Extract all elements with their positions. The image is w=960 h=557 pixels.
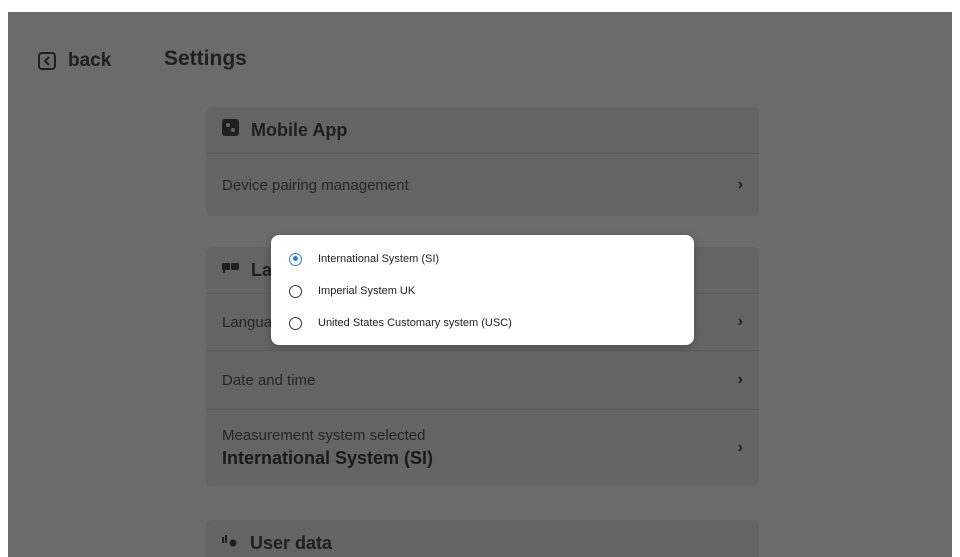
page-title: Settings xyxy=(164,47,247,70)
measurement-system-value: International System (SI) xyxy=(222,448,434,468)
device-pairing-label: Device pairing management xyxy=(222,176,409,194)
chevron-right-icon: › xyxy=(737,371,743,388)
option-label: United States Customary system (USC) xyxy=(318,317,512,329)
language-icon xyxy=(222,261,239,279)
option-label: International System (SI) xyxy=(318,253,440,265)
date-time-row[interactable]: Date and time › xyxy=(206,351,759,410)
user-data-card: User data xyxy=(206,520,759,557)
user-data-icon xyxy=(222,534,238,552)
option-usc[interactable]: United States Customary system (USC) xyxy=(271,307,694,339)
language-title: La xyxy=(251,259,273,280)
mobile-app-card: Mobile App Device pairing management › xyxy=(206,107,759,216)
back-button[interactable]: back xyxy=(38,49,111,73)
user-data-header[interactable]: User data xyxy=(206,520,759,557)
chevron-right-icon: › xyxy=(737,176,743,193)
chevron-right-icon: › xyxy=(737,439,743,456)
back-label: back xyxy=(68,50,112,71)
measurement-system-label: Measurement system selected xyxy=(222,427,426,444)
language-label: Langua xyxy=(222,313,273,331)
radio-unselected-icon[interactable] xyxy=(289,316,302,330)
measurement-system-row[interactable]: Measurement system selected Internationa… xyxy=(206,410,759,486)
mobile-app-icon xyxy=(222,119,239,141)
radio-unselected-icon[interactable] xyxy=(289,284,302,298)
mobile-app-title: Mobile App xyxy=(251,119,348,140)
device-pairing-row[interactable]: Device pairing management › xyxy=(206,154,759,216)
radio-selected-icon[interactable] xyxy=(289,252,302,266)
option-imperial-uk[interactable]: Imperial System UK xyxy=(271,275,694,307)
measurement-system-dialog: International System (SI) Imperial Syste… xyxy=(271,235,694,345)
chevron-left-icon xyxy=(38,52,56,70)
chevron-right-icon: › xyxy=(737,313,743,330)
date-time-label: Date and time xyxy=(222,371,316,389)
mobile-app-header: Mobile App xyxy=(206,107,759,154)
user-data-title: User data xyxy=(250,532,333,553)
option-si[interactable]: International System (SI) xyxy=(271,243,694,275)
option-label: Imperial System UK xyxy=(318,285,416,297)
settings-screen: back Settings Mobile App Device pairing … xyxy=(8,12,952,557)
